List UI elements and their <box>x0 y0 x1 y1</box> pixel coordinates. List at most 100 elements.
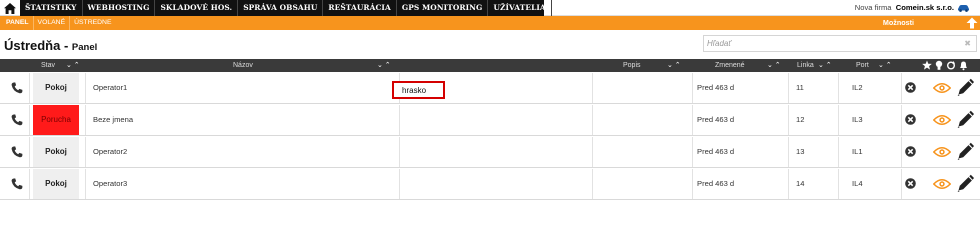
row-line: 14 <box>796 179 805 188</box>
header-stav[interactable]: Stav <box>41 59 55 72</box>
row-changed: Pred 463 d <box>697 147 735 156</box>
eye-icon[interactable] <box>933 82 951 94</box>
firm-selector[interactable]: Nova firma Comein.sk s.r.o. <box>855 0 954 16</box>
cell-divider <box>692 137 693 167</box>
menu-item-restauracia[interactable]: REŠTAURÁCIA <box>322 0 395 16</box>
edit-popis-box <box>392 81 445 99</box>
cell-divider <box>788 169 789 199</box>
pencil-icon[interactable] <box>956 174 974 193</box>
header-popis[interactable]: Popis <box>623 59 641 72</box>
cell-divider <box>838 73 839 103</box>
sub-navigation-bar: PANEL VOLANÉ ÚSTREDNE Možnosti <box>0 16 980 30</box>
eye-icon[interactable] <box>933 178 951 190</box>
subnav-volane[interactable]: VOLANÉ <box>32 16 70 30</box>
arrow-up-icon[interactable] <box>966 17 978 29</box>
status-badge: Porucha <box>33 105 79 135</box>
header-port[interactable]: Port <box>856 59 869 72</box>
pencil-icon[interactable] <box>956 142 974 161</box>
sort-nazov[interactable]: ⌄ ⌃ <box>377 59 391 72</box>
phone-icon[interactable] <box>11 178 23 190</box>
options-button[interactable]: Možnosti <box>883 16 914 30</box>
menu-item-sprava-obsahu[interactable]: SPRÁVA OBSAHU <box>237 0 322 16</box>
star-icon <box>922 60 932 70</box>
row-name: Operator1 <box>93 83 128 92</box>
cell-divider <box>399 169 400 199</box>
row-changed: Pred 463 d <box>697 115 735 124</box>
status-badge: Pokoj <box>33 73 79 103</box>
sort-linka[interactable]: ⌄ ⌃ <box>818 59 832 72</box>
row-changed: Pred 463 d <box>697 83 735 92</box>
cell-divider <box>692 169 693 199</box>
eye-icon[interactable] <box>933 114 951 126</box>
phone-icon[interactable] <box>11 82 23 94</box>
search-box: ✖ <box>703 35 977 52</box>
status-badge: Pokoj <box>33 137 79 167</box>
row-line: 12 <box>796 115 805 124</box>
cell-divider <box>399 137 400 167</box>
menu-more[interactable]: » <box>550 0 567 16</box>
sort-popis[interactable]: ⌄ ⌃ <box>667 59 681 72</box>
page-title: Ústredňa - Panel <box>4 38 97 53</box>
sort-stav[interactable]: ⌄ ⌃ <box>66 59 80 72</box>
row-name: Operator2 <box>93 147 128 156</box>
page-title-main: Ústredňa - <box>4 38 72 53</box>
subnav-panel[interactable]: PANEL <box>2 16 33 30</box>
cell-divider <box>838 169 839 199</box>
close-circle-icon[interactable] <box>905 82 916 93</box>
header-zmenene[interactable]: Zmenené <box>715 59 745 72</box>
row-name: Beze jmena <box>93 115 134 124</box>
phone-icon[interactable] <box>11 146 23 158</box>
cell-divider <box>901 137 902 167</box>
row-port: IL3 <box>852 115 863 124</box>
cell-divider <box>592 137 593 167</box>
cell-divider <box>399 105 400 135</box>
table-row: Pokoj Operator1 Pred 463 d 11 IL2 <box>0 73 980 104</box>
row-name: Operator3 <box>93 179 128 188</box>
home-icon[interactable] <box>0 0 20 16</box>
header-icons <box>922 60 967 71</box>
pencil-icon[interactable] <box>956 78 974 97</box>
cell-divider <box>692 105 693 135</box>
sort-zmenene[interactable]: ⌄ ⌃ <box>767 59 781 72</box>
cell-divider <box>85 73 86 103</box>
pencil-icon[interactable] <box>956 110 974 129</box>
row-changed: Pred 463 d <box>697 179 735 188</box>
top-bar: ŠTATISTIKY WEBHOSTING SKLADOVÉ HOS. SPRÁ… <box>0 0 980 16</box>
cell-divider <box>592 105 593 135</box>
menu-item-statistiky[interactable]: ŠTATISTIKY <box>20 0 82 16</box>
cell-divider <box>85 105 86 135</box>
close-circle-icon[interactable] <box>905 178 916 189</box>
eye-icon[interactable] <box>933 146 951 158</box>
firm-label: Nova firma <box>854 3 892 12</box>
cell-divider <box>788 137 789 167</box>
header-nazov[interactable]: Názov <box>233 59 253 72</box>
cell-divider <box>901 73 902 103</box>
row-line: 11 <box>796 83 804 92</box>
menu-item-uzivatelia[interactable]: UŽÍVATELIA <box>487 0 550 16</box>
subnav-ustredne[interactable]: ÚSTREDNE <box>69 16 115 30</box>
close-circle-icon[interactable] <box>905 146 916 157</box>
menu-item-skladove-hos[interactable]: SKLADOVÉ HOS. <box>154 0 237 16</box>
table-row: Porucha Beze jmena Pred 463 d 12 IL3 <box>0 105 980 136</box>
cell-divider <box>788 73 789 103</box>
row-port: IL4 <box>852 179 863 188</box>
phone-icon[interactable] <box>11 114 23 126</box>
cell-divider <box>838 105 839 135</box>
cell-divider <box>29 105 30 135</box>
menu-item-gps-monitoring[interactable]: GPS MONITORING <box>395 0 488 16</box>
clear-search-icon[interactable]: ✖ <box>964 39 971 48</box>
cell-divider <box>29 137 30 167</box>
cell-divider <box>592 73 593 103</box>
search-input[interactable] <box>704 36 954 51</box>
header-linka[interactable]: Linka <box>797 59 814 72</box>
cell-divider <box>85 169 86 199</box>
page-subtitle: Panel <box>71 42 98 53</box>
close-circle-icon[interactable] <box>905 114 916 125</box>
firm-name: Comein.sk s.r.o. <box>895 3 954 12</box>
popis-edit-input[interactable] <box>394 83 442 97</box>
main-menu: ŠTATISTIKY WEBHOSTING SKLADOVÉ HOS. SPRÁ… <box>20 0 561 16</box>
menu-item-webhosting[interactable]: WEBHOSTING <box>81 0 155 16</box>
cell-divider <box>838 137 839 167</box>
car-icon[interactable] <box>957 4 970 12</box>
sort-port[interactable]: ⌄ ⌃ <box>878 59 892 72</box>
